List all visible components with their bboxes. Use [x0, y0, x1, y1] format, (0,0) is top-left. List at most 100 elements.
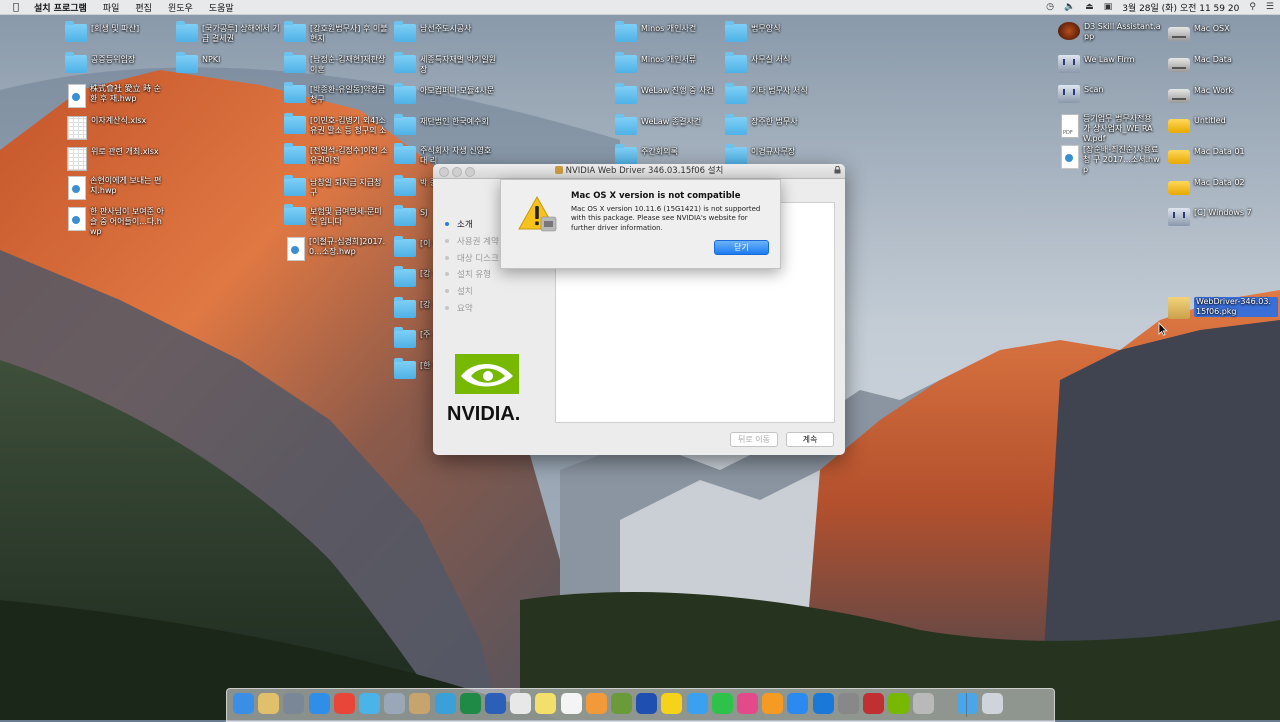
desktop-item[interactable]: WeLaw 종결사건	[615, 114, 719, 135]
desktop-item[interactable]: 장주한 법무사	[725, 114, 829, 135]
installer-titlebar[interactable]: NVIDIA Web Driver 346.03.15f06 설치	[433, 164, 845, 179]
desktop-item[interactable]: [회생 및 파산]	[65, 21, 169, 42]
desktop-item[interactable]: 주식회사 자생 신영호대 리	[394, 143, 498, 166]
desktop-item[interactable]: Mac Data 01	[1168, 147, 1272, 164]
zoom-window-button[interactable]	[465, 167, 475, 177]
time-machine-icon[interactable]: ◷	[1046, 2, 1054, 12]
desktop-item[interactable]: We Law Firm	[1058, 55, 1162, 73]
teamviewer-icon[interactable]	[812, 693, 834, 714]
desktop-item[interactable]: [이민호-김병기 외4]소 유권 말소 등 청구의 소	[284, 113, 388, 136]
network-icon[interactable]	[359, 693, 380, 714]
textedit-icon[interactable]	[560, 693, 582, 714]
preview-icon[interactable]	[384, 693, 406, 714]
desktop-item[interactable]: [박종환-유일동]약정금 청구	[284, 82, 388, 105]
notification-center-icon[interactable]: ☰	[1266, 2, 1274, 12]
installer-steps: 소개 사용권 계약 대상 디스크 설치 유형 설치 요약	[445, 216, 499, 316]
desktop-item[interactable]: 남창일 퇴지금 지급청구	[284, 175, 388, 198]
photos-icon[interactable]	[585, 693, 607, 714]
close-button[interactable]: 닫기	[714, 240, 769, 255]
desktop-item[interactable]: Mac Data	[1168, 55, 1272, 72]
webdriver-package[interactable]: WebDriver-346.03.15f06.pkg	[1168, 297, 1278, 319]
desktop-item[interactable]: [이철규-심경희]2017.0...소장.hwp	[284, 237, 387, 261]
desktop-item[interactable]: 손현이에게 보내는 편지.hwp	[65, 176, 168, 200]
desktop-item[interactable]: Mac Data 02	[1168, 178, 1272, 195]
sysprefs-icon[interactable]	[837, 693, 859, 714]
itunes-icon[interactable]	[737, 693, 758, 714]
desktop-item[interactable]: Minos 개인서류	[615, 52, 719, 73]
menu-app-name[interactable]: 설치 프로그램	[26, 1, 95, 14]
appstore-icon[interactable]	[787, 693, 809, 714]
minimize-window-button[interactable]	[452, 167, 462, 177]
desktop-item[interactable]: 등기업무 법무사전용 가 상사업자_WE RAW.pdf	[1058, 114, 1161, 144]
lock-icon[interactable]	[834, 166, 841, 174]
desktop-item[interactable]: NPKI	[176, 52, 280, 73]
ibooks-icon[interactable]	[762, 693, 784, 714]
input-source-icon[interactable]: ▣	[1104, 2, 1113, 12]
facetime-icon[interactable]	[711, 693, 733, 714]
installer-icon[interactable]	[913, 693, 935, 714]
calendar-icon[interactable]	[510, 693, 532, 714]
folder-icon[interactable]	[258, 693, 280, 714]
desktop-item[interactable]: [강호원법무사] 후 이불 현지	[284, 21, 388, 44]
desktop-item[interactable]: [전일석-김정수]이전 소 유권이전	[284, 143, 388, 166]
keynote-icon[interactable]	[636, 693, 658, 714]
desktop-item[interactable]: 재단법인 한국예수회	[394, 114, 498, 135]
desktop-item[interactable]: Scan	[1058, 85, 1162, 103]
stickies-icon[interactable]	[535, 693, 557, 714]
spotlight-search-icon[interactable]: ⚲	[1249, 2, 1256, 12]
menu-edit[interactable]: 편집	[127, 1, 160, 14]
desktop-item[interactable]: 이경규사무장	[725, 144, 829, 165]
downloads-icon[interactable]	[956, 693, 978, 714]
desktop-item[interactable]: 세종특자재벌 박기일원 장	[394, 52, 498, 75]
desktop-item[interactable]: 공증등위임장	[65, 52, 169, 73]
desktop-item[interactable]: 보험및 급여명세-문미연 입니다	[284, 204, 388, 227]
desktop-item[interactable]: [남정순-김재현]재판상 이혼	[284, 52, 388, 75]
desktop-item[interactable]: 위로 관련 개최.xlsx	[65, 147, 169, 171]
go-back-button[interactable]: 뒤로 이동	[730, 432, 778, 447]
close-window-button[interactable]	[439, 167, 449, 177]
messages-icon[interactable]	[611, 693, 632, 714]
desktop-item[interactable]: 기타 법무사 서식	[725, 83, 829, 104]
word-icon[interactable]	[485, 693, 506, 714]
nvidia-icon[interactable]	[888, 693, 910, 714]
volume-icon[interactable]: 🔈	[1064, 2, 1075, 12]
finder-icon[interactable]	[233, 693, 254, 714]
chrome-icon[interactable]	[333, 693, 355, 714]
desktop-item[interactable]: Mac OSX	[1168, 24, 1272, 41]
desktop-item[interactable]: WeLaw 진행 중 사건	[615, 83, 719, 104]
folder-icon	[615, 144, 637, 165]
menu-window[interactable]: 윈도우	[160, 1, 201, 14]
desktop-item[interactable]: Untitled	[1168, 116, 1272, 133]
continue-button[interactable]: 계속	[786, 432, 834, 447]
desktop-item[interactable]: 법무양식	[725, 21, 829, 42]
menu-help[interactable]: 도움말	[201, 1, 242, 14]
apple-menu-icon[interactable]: 	[6, 2, 26, 13]
hwp-icon[interactable]	[434, 693, 456, 714]
desktop-item[interactable]: 한 판사님이 보여준 아슬 중 어어들이...다.hwp	[65, 207, 168, 237]
desktop-item[interactable]: D3 Skill Assistant.app	[1058, 22, 1162, 42]
desktop-item[interactable]: Mac Work	[1168, 86, 1272, 103]
desktop-item[interactable]: 株式會社 愛立 時 순환 후 재.hwp	[65, 84, 168, 108]
excel-icon[interactable]	[459, 693, 481, 714]
notes-icon[interactable]	[409, 693, 431, 714]
menu-clock[interactable]: 3월 28일 (화) 오전 11 59 20	[1122, 1, 1239, 14]
desktop-item[interactable]: [국가공투] 상해에서 기 급 결세권	[176, 21, 280, 44]
desktop-item[interactable]: 남선주도시공사	[394, 21, 498, 42]
folder-icon	[284, 82, 306, 103]
trash-icon[interactable]	[981, 693, 1003, 714]
monitor-icon[interactable]	[863, 693, 884, 714]
launchpad-icon[interactable]	[283, 693, 305, 714]
kakaotalk-icon[interactable]	[661, 693, 683, 714]
hwp-document-icon	[68, 84, 86, 108]
desktop-item[interactable]: 사무실 서식	[725, 52, 829, 73]
safari-icon[interactable]	[308, 693, 330, 714]
messenger-icon[interactable]	[686, 693, 708, 714]
eject-icon[interactable]: ⏏	[1085, 2, 1094, 12]
desktop-item[interactable]: Minos 개인사건	[615, 21, 719, 42]
desktop-item[interactable]: 이자계산식.xlsx	[65, 116, 169, 140]
desktop-item[interactable]: [장순배-최진순]사용료청 구 2017...소서.hwp	[1058, 145, 1161, 175]
desktop-item[interactable]: 아모컴퍼니-모듈4사문	[394, 83, 498, 104]
desktop-item[interactable]: [C] Windows 7	[1168, 208, 1272, 226]
desktop-item[interactable]: 주간회의록	[615, 144, 719, 165]
menu-file[interactable]: 파일	[95, 1, 128, 14]
